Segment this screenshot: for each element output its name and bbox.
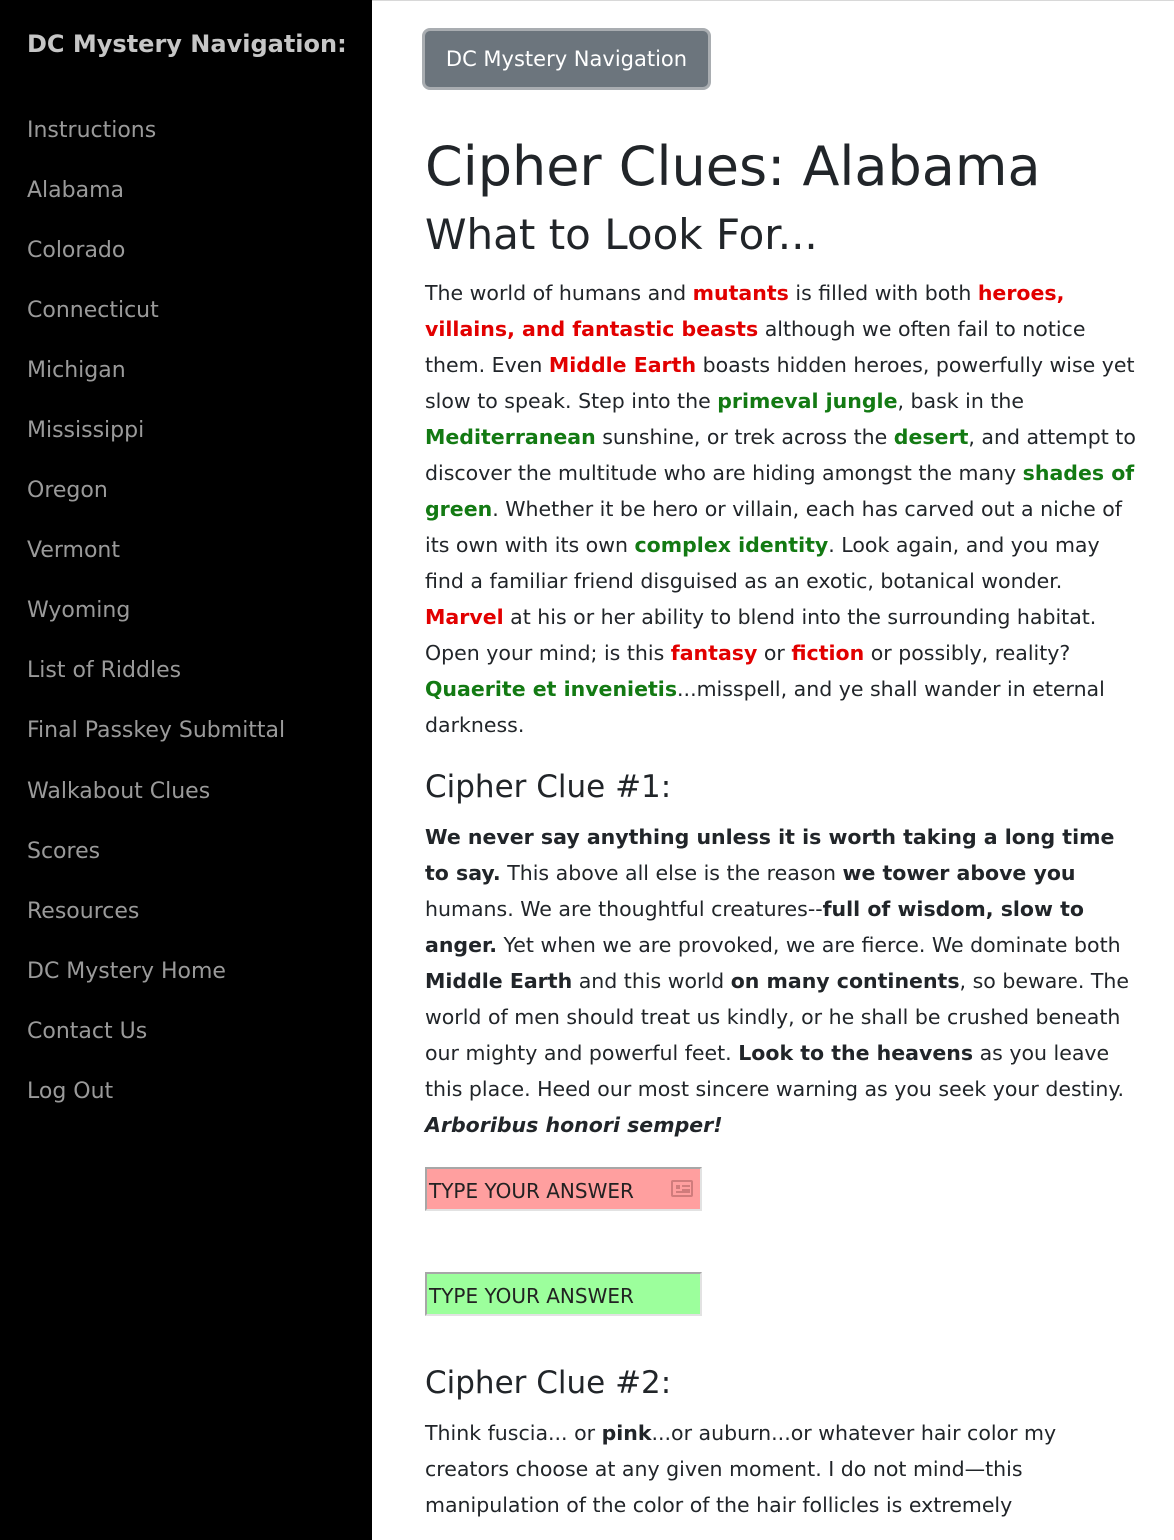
page-title: Cipher Clues: Alabama [425,135,1041,198]
cipher-clue-2-heading: Cipher Clue #2: [425,1365,672,1401]
text-run: Think fuscia... or [425,1421,602,1445]
main-content: DC Mystery Navigation Cipher Clues: Alab… [372,0,1174,1540]
keyword-green: Mediterranean [425,425,596,449]
answer-field-2-placeholder: TYPE YOUR ANSWER [429,1284,634,1308]
keyword-red: fantasy [670,641,758,665]
sidebar-item-resources[interactable]: Resources [27,897,139,927]
sidebar-item-michigan[interactable]: Michigan [27,356,126,386]
text-run: sunshine, or trek across the [595,425,894,449]
bold-text: Look to the heavens [738,1041,974,1065]
dc-mystery-navigation-button[interactable]: DC Mystery Navigation [422,28,711,90]
sidebar-item-connecticut[interactable]: Connecticut [27,296,159,326]
text-run: or [757,641,792,665]
cipher-clue-2-text: Think fuscia... or pink...or auburn...or… [425,1415,1139,1523]
text-run: is filled with both [788,281,978,305]
sidebar-item-alabama[interactable]: Alabama [27,176,124,206]
keyword-red: fiction [791,641,865,665]
keyword-red: mutants [692,281,789,305]
text-run: and this world [572,969,731,993]
sidebar-title: DC Mystery Navigation: [27,30,347,58]
sidebar-item-scores[interactable]: Scores [27,837,100,867]
bold-text: on many continents [730,969,960,993]
text-run: , bask in the [897,389,1025,413]
cipher-clue-2: Cipher Clue #2: Think fuscia... or pink.… [425,1361,1139,1523]
sidebar-item-wyoming[interactable]: Wyoming [27,596,130,626]
bold-text: we tower above you [842,861,1076,885]
text-run: The world of humans and [425,281,693,305]
sidebar-item-list-of-riddles[interactable]: List of Riddles [27,656,181,686]
sidebar-item-contact-us[interactable]: Contact Us [27,1017,147,1047]
sidebar: DC Mystery Navigation: Instructions Alab… [0,0,372,1540]
bold-text: pink [601,1421,652,1445]
keyword-red: Marvel [425,605,504,629]
bold-text: Middle Earth [425,969,573,993]
text-run: or possibly, reality? [864,641,1071,665]
sidebar-item-mississippi[interactable]: Mississippi [27,416,144,446]
cipher-clue-1-heading: Cipher Clue #1: [425,769,672,805]
answer-field-1-placeholder: TYPE YOUR ANSWER [429,1179,634,1203]
answer-field-1[interactable]: TYPE YOUR ANSWER [425,1167,702,1211]
bold-italic-text: Arboribus honori semper! [425,1113,723,1137]
contact-card-icon [671,1180,693,1197]
keyword-green: Quaerite et invenietis [425,677,678,701]
sidebar-item-instructions[interactable]: Instructions [27,116,156,146]
cipher-clue-1-text: We never say anything unless it is worth… [425,819,1139,1143]
sidebar-item-walkabout-clues[interactable]: Walkabout Clues [27,777,210,807]
sidebar-item-oregon[interactable]: Oregon [27,476,108,506]
text-run: This above all else is the reason [500,861,843,885]
content-column: Cipher Clues: Alabama What to Look For..… [425,129,1139,1523]
section-title: What to Look For... [425,210,818,259]
sidebar-item-vermont[interactable]: Vermont [27,536,120,566]
sidebar-item-final-passkey-submittal[interactable]: Final Passkey Submittal [27,716,285,746]
text-run: Yet when we are provoked, we are fierce.… [496,933,1121,957]
sidebar-item-dc-mystery-home[interactable]: DC Mystery Home [27,957,226,987]
keyword-red: Middle Earth [548,353,697,377]
sidebar-item-colorado[interactable]: Colorado [27,236,125,266]
keyword-green: desert [893,425,969,449]
sidebar-item-log-out[interactable]: Log Out [27,1077,113,1107]
keyword-green: primeval jungle [717,389,898,413]
answer-field-2[interactable]: TYPE YOUR ANSWER [425,1272,702,1316]
text-run: humans. We are thoughtful creatures-- [425,897,823,921]
intro-paragraph: The world of humans and mutants is fille… [425,275,1139,743]
keyword-green: complex identity [634,533,829,557]
